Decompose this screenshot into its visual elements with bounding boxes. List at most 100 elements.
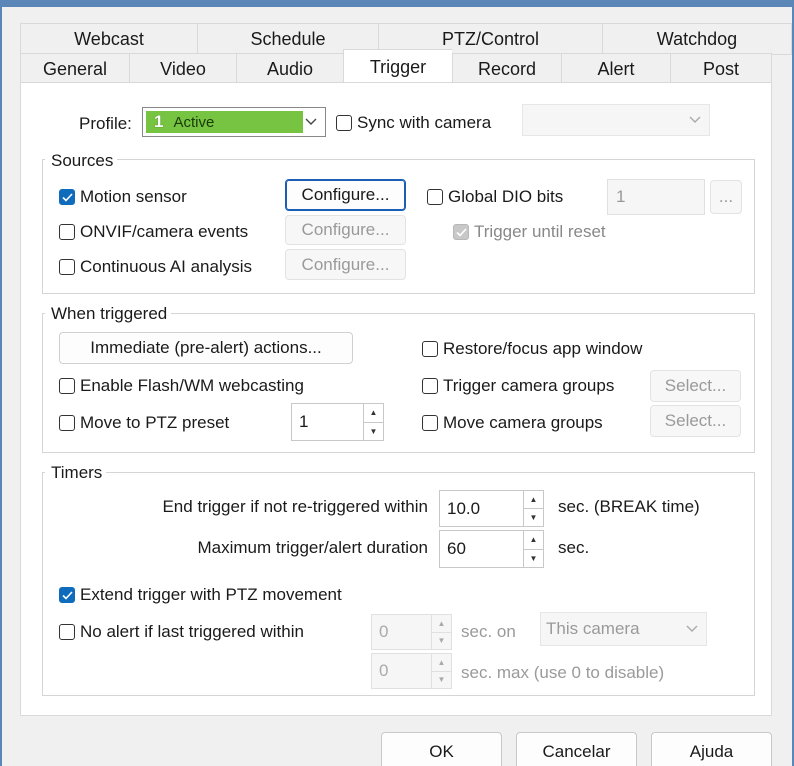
immediate-actions-button[interactable]: Immediate (pre-alert) actions...: [59, 332, 353, 364]
trigger-panel: Profile: 1 Active Sync with camera Sourc…: [20, 82, 772, 716]
sync-with-camera-checkbox[interactable]: Sync with camera: [336, 113, 491, 133]
camera-scope-select[interactable]: This camera: [540, 612, 707, 646]
tab-general[interactable]: General: [20, 53, 129, 85]
checkbox-box: [59, 415, 75, 431]
max-alert-stepper[interactable]: 0 ▲ ▼: [371, 653, 452, 689]
enable-flash-checkbox[interactable]: Enable Flash/WM webcasting: [59, 376, 304, 396]
checkbox-box: [422, 341, 438, 357]
cancel-button[interactable]: Cancelar: [516, 732, 637, 766]
spin-down-icon[interactable]: ▼: [431, 671, 451, 688]
global-dio-bits-input[interactable]: 1: [607, 179, 705, 215]
tab-record[interactable]: Record: [452, 53, 561, 85]
restore-focus-label: Restore/focus app window: [443, 339, 643, 358]
checkbox-box: [59, 189, 75, 205]
checkbox-box: [59, 587, 75, 603]
trigger-camera-groups-label: Trigger camera groups: [443, 376, 615, 395]
no-alert-value: 0: [379, 622, 389, 641]
checkbox-box: [336, 115, 352, 131]
global-dio-label: Global DIO bits: [448, 187, 564, 206]
enable-flash-label: Enable Flash/WM webcasting: [80, 376, 304, 395]
motion-sensor-checkbox[interactable]: Motion sensor: [59, 187, 187, 207]
max-duration-unit: sec.: [558, 538, 590, 557]
configure-motion-button[interactable]: Configure...: [285, 179, 406, 211]
help-button[interactable]: Ajuda: [651, 732, 772, 766]
window-frame-left: [0, 0, 2, 766]
sync-camera-select[interactable]: [522, 104, 710, 136]
continuous-ai-checkbox[interactable]: Continuous AI analysis: [59, 257, 252, 277]
sec-on-label: sec. on: [461, 622, 516, 641]
ptz-preset-stepper[interactable]: 1 ▲ ▼: [291, 403, 384, 441]
no-alert-stepper[interactable]: 0 ▲ ▼: [371, 614, 452, 650]
spin-down-icon[interactable]: ▼: [523, 509, 543, 526]
profile-label: Profile:: [79, 114, 132, 133]
end-trigger-label: End trigger if not re-triggered within: [162, 497, 428, 516]
trigger-until-reset-checkbox[interactable]: Trigger until reset: [453, 222, 606, 242]
extend-trigger-ptz-checkbox[interactable]: Extend trigger with PTZ movement: [59, 585, 342, 605]
move-ptz-preset-label: Move to PTZ preset: [80, 413, 230, 432]
tab-audio[interactable]: Audio: [236, 53, 343, 85]
move-ptz-preset-checkbox[interactable]: Move to PTZ preset: [59, 413, 229, 433]
end-trigger-value: 10.0: [447, 498, 481, 518]
end-trigger-unit: sec. (BREAK time): [558, 497, 700, 516]
tab-webcast[interactable]: Webcast: [20, 23, 197, 55]
ptz-preset-value: 1: [299, 412, 309, 431]
profile-number: 1: [154, 112, 164, 131]
profile-value: Active: [173, 113, 215, 131]
max-alert-value: 0: [379, 661, 389, 680]
configure-ai-button[interactable]: Configure...: [285, 249, 406, 280]
spin-up-icon[interactable]: ▲: [523, 491, 543, 509]
ok-button[interactable]: OK: [381, 732, 502, 766]
profile-select[interactable]: 1 Active: [142, 107, 326, 137]
continuous-ai-label: Continuous AI analysis: [80, 257, 252, 276]
checkbox-box: [422, 378, 438, 394]
move-camera-groups-checkbox[interactable]: Move camera groups: [422, 413, 603, 433]
spin-up-icon[interactable]: ▲: [363, 404, 383, 423]
spin-down-icon[interactable]: ▼: [523, 549, 543, 567]
checkbox-box: [59, 624, 75, 640]
chevron-down-icon: [305, 118, 317, 125]
tab-alert[interactable]: Alert: [561, 53, 670, 85]
spin-up-icon[interactable]: ▲: [431, 654, 451, 672]
spin-down-icon[interactable]: ▼: [363, 422, 383, 440]
max-duration-value: 60: [447, 539, 466, 558]
motion-sensor-label: Motion sensor: [80, 187, 187, 206]
trigger-camera-groups-checkbox[interactable]: Trigger camera groups: [422, 376, 614, 396]
window-frame-top: [0, 0, 794, 7]
trigger-until-reset-label: Trigger until reset: [474, 222, 606, 241]
checkbox-box: [422, 415, 438, 431]
chevron-down-icon: [689, 116, 701, 123]
sync-with-camera-label: Sync with camera: [357, 113, 492, 132]
sources-title: Sources: [45, 151, 118, 171]
tab-row-lower: General Video Audio Trigger Record Alert…: [20, 49, 772, 85]
tab-post[interactable]: Post: [670, 53, 772, 85]
tab-trigger[interactable]: Trigger: [343, 49, 452, 85]
restore-focus-checkbox[interactable]: Restore/focus app window: [422, 339, 642, 359]
checkbox-box: [59, 224, 75, 240]
global-dio-checkbox[interactable]: Global DIO bits: [427, 187, 563, 207]
select-trigger-groups-button[interactable]: Select...: [650, 370, 741, 402]
max-duration-stepper[interactable]: 60 ▲ ▼: [439, 530, 544, 568]
spin-up-icon[interactable]: ▲: [523, 531, 543, 550]
max-duration-label: Maximum trigger/alert duration: [197, 538, 428, 557]
checkbox-box: [59, 378, 75, 394]
checkbox-box: [453, 224, 469, 240]
timers-title: Timers: [45, 463, 107, 483]
profile-color-swatch: 1 Active: [146, 111, 303, 133]
select-move-groups-button[interactable]: Select...: [650, 405, 741, 437]
tab-watchdog[interactable]: Watchdog: [602, 23, 792, 55]
checkbox-box: [427, 189, 443, 205]
camera-scope-value: This camera: [546, 619, 640, 638]
configure-onvif-button[interactable]: Configure...: [285, 215, 406, 245]
checkbox-box: [59, 259, 75, 275]
spin-up-icon[interactable]: ▲: [431, 615, 451, 633]
onvif-events-label: ONVIF/camera events: [80, 222, 249, 241]
onvif-events-checkbox[interactable]: ONVIF/camera events: [59, 222, 248, 242]
move-camera-groups-label: Move camera groups: [443, 413, 603, 432]
no-alert-checkbox[interactable]: No alert if last triggered within: [59, 622, 304, 642]
no-alert-label: No alert if last triggered within: [80, 622, 304, 641]
spin-down-icon[interactable]: ▼: [431, 632, 451, 649]
extend-trigger-ptz-label: Extend trigger with PTZ movement: [80, 585, 342, 604]
end-trigger-stepper[interactable]: 10.0 ▲ ▼: [439, 490, 544, 527]
tab-video[interactable]: Video: [129, 53, 236, 85]
global-dio-more-button[interactable]: ...: [710, 180, 742, 214]
